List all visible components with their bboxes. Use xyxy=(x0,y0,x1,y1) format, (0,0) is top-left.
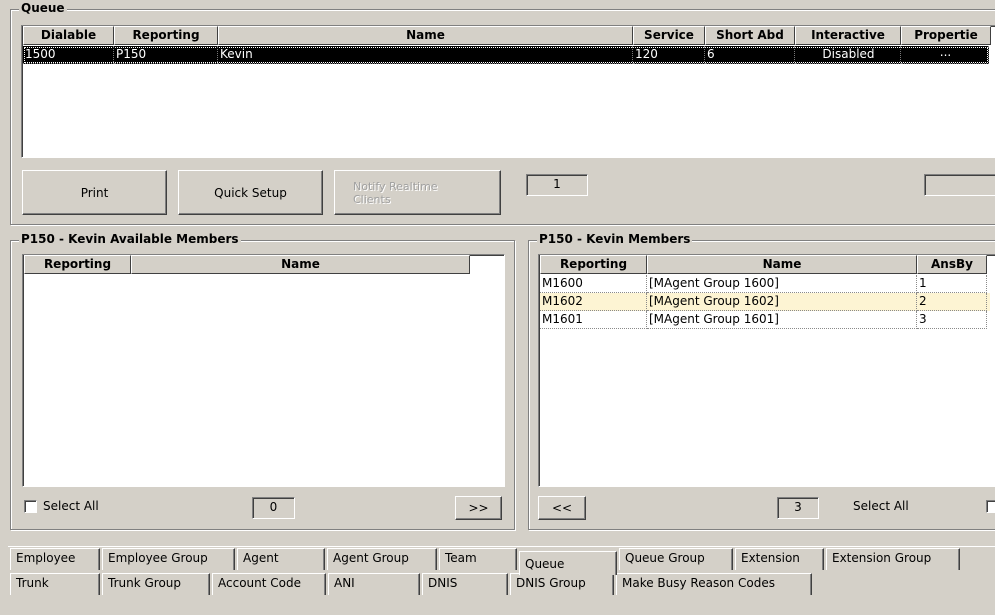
queue-cell-short-abd: 6 xyxy=(705,46,795,64)
member-cell-reporting: M1602 xyxy=(540,293,647,311)
queue-col-reporting[interactable]: Reporting xyxy=(114,26,218,45)
queue-cell-name: Kevin xyxy=(218,46,633,64)
tab-account-code[interactable]: Account Code xyxy=(212,573,326,595)
queue-col-name[interactable]: Name xyxy=(218,26,633,45)
available-col-reporting[interactable]: Reporting xyxy=(24,255,131,274)
available-count-field: 0 xyxy=(252,497,295,519)
quick-setup-button[interactable]: Quick Setup xyxy=(178,170,323,215)
member-cell-name: [MAgent Group 1600] xyxy=(647,275,917,293)
queue-cell-interactive: Disabled xyxy=(795,46,901,64)
tab-dnis-group[interactable]: DNIS Group xyxy=(510,573,614,595)
members-select-all-checkbox[interactable] xyxy=(986,500,995,513)
queue-cell-dialable: 1500 xyxy=(23,46,114,64)
queue-cell-properties[interactable]: ... xyxy=(901,46,989,64)
members-col-reporting[interactable]: Reporting xyxy=(540,255,647,274)
member-cell-name: [MAgent Group 1601] xyxy=(647,311,917,329)
table-row[interactable]: 1500 P150 Kevin 120 6 Disabled ... xyxy=(23,46,989,64)
queue-right-field xyxy=(924,174,995,196)
queue-col-interactive[interactable]: Interactive xyxy=(795,26,901,45)
queue-group-title: Queue xyxy=(19,1,67,16)
tab-trunk[interactable]: Trunk xyxy=(10,573,100,595)
tab-employee[interactable]: Employee xyxy=(10,548,100,570)
tab-queue-group[interactable]: Queue Group xyxy=(619,548,733,570)
tab-queue[interactable]: Queue xyxy=(519,551,617,575)
table-row[interactable]: M1601 [MAgent Group 1601] 3 xyxy=(540,311,990,329)
notify-realtime-clients-button[interactable]: Notify Realtime Clients xyxy=(334,170,501,215)
table-row[interactable]: M1600 [MAgent Group 1600] 1 xyxy=(540,275,990,293)
tab-team[interactable]: Team xyxy=(439,548,517,570)
tab-strip-line xyxy=(8,546,995,547)
notify-realtime-clients-label: Notify Realtime Clients xyxy=(353,179,438,206)
members-list[interactable]: Reporting Name AnsBy M1600 [MAgent Group… xyxy=(538,254,995,487)
available-members-list[interactable]: Reporting Name xyxy=(22,254,505,487)
member-cell-ansby: 1 xyxy=(917,275,987,293)
queue-col-service[interactable]: Service xyxy=(633,26,705,45)
tab-ani[interactable]: ANI xyxy=(328,573,420,595)
tab-extension[interactable]: Extension xyxy=(735,548,824,570)
queue-col-properties[interactable]: Propertie xyxy=(901,26,991,45)
members-col-ansby[interactable]: AnsBy xyxy=(917,255,987,274)
members-title: P150 - Kevin Members xyxy=(537,232,693,247)
queue-cell-service: 120 xyxy=(633,46,705,64)
member-cell-name: [MAgent Group 1602] xyxy=(647,293,917,311)
member-cell-ansby: 3 xyxy=(917,311,987,329)
available-select-all-checkbox[interactable] xyxy=(24,500,37,513)
members-col-name[interactable]: Name xyxy=(647,255,917,274)
queue-cell-reporting: P150 xyxy=(114,46,218,64)
remove-members-button[interactable]: << xyxy=(538,496,586,520)
tab-trunk-group[interactable]: Trunk Group xyxy=(102,573,210,595)
members-select-all-label[interactable]: Select All xyxy=(853,499,909,514)
members-count-field: 3 xyxy=(777,497,819,519)
available-select-all-label[interactable]: Select All xyxy=(43,499,99,514)
queue-table[interactable]: Dialable Reporting Name Service Short Ab… xyxy=(21,25,995,158)
member-cell-ansby: 2 xyxy=(917,293,987,311)
add-members-button[interactable]: >> xyxy=(455,496,502,520)
table-row[interactable]: M1602 [MAgent Group 1602] 2 xyxy=(540,293,990,311)
queue-col-dialable[interactable]: Dialable xyxy=(23,26,114,45)
member-cell-reporting: M1600 xyxy=(540,275,647,293)
member-cell-reporting: M1601 xyxy=(540,311,647,329)
tab-agent-group[interactable]: Agent Group xyxy=(327,548,437,570)
queue-count-field: 1 xyxy=(526,174,588,196)
tab-dnis[interactable]: DNIS xyxy=(422,573,508,595)
tab-agent[interactable]: Agent xyxy=(237,548,325,570)
print-button[interactable]: Print xyxy=(22,170,167,215)
tab-employee-group[interactable]: Employee Group xyxy=(102,548,235,570)
tab-make-busy-reason-codes[interactable]: Make Busy Reason Codes xyxy=(616,573,812,595)
tab-extension-group[interactable]: Extension Group xyxy=(826,548,960,570)
queue-col-short-abd[interactable]: Short Abd xyxy=(705,26,795,45)
available-col-name[interactable]: Name xyxy=(131,255,470,274)
available-members-title: P150 - Kevin Available Members xyxy=(19,232,241,247)
